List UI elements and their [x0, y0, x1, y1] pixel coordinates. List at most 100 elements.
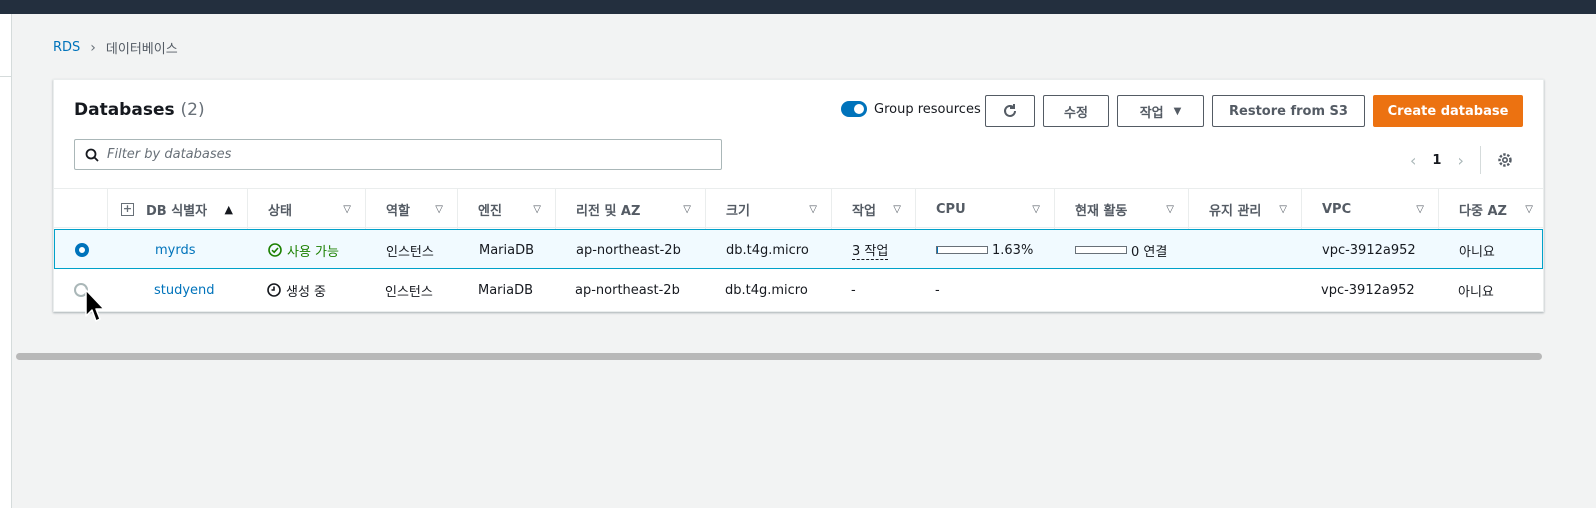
table-row[interactable]: myrds 사용 가능 인스턴스 MariaDB ap-northeast-2b…	[54, 229, 1543, 269]
engine-cell: MariaDB	[479, 242, 535, 258]
column-header-actions[interactable]: 작업 ▽	[831, 189, 915, 229]
nav-divider	[0, 76, 12, 77]
refresh-button[interactable]	[985, 95, 1035, 127]
column-label: DB 식별자	[146, 203, 208, 219]
activity-cell: 0 연결	[1075, 230, 1167, 270]
status-cell: 사용 가능	[268, 230, 339, 270]
size-cell: db.t4g.micro	[725, 282, 808, 298]
column-header-multi-az[interactable]: 다중 AZ ▽	[1438, 189, 1543, 229]
database-count: (2)	[180, 100, 205, 120]
toggle-switch[interactable]	[841, 101, 867, 117]
column-label: 작업	[852, 203, 876, 219]
region-cell: ap-northeast-2b	[576, 242, 681, 258]
column-header-status[interactable]: 상태 ▽	[247, 189, 365, 229]
db-identifier-cell: studyend	[154, 270, 215, 310]
clock-icon	[267, 283, 281, 297]
pager-divider	[1479, 146, 1481, 174]
activity-value: 0 연결	[1131, 244, 1168, 260]
column-label: CPU	[936, 201, 966, 217]
db-identifier-link[interactable]: myrds	[155, 243, 196, 258]
breadcrumb-current: 데이터베이스	[105, 42, 178, 57]
column-header-region-az[interactable]: 리전 및 AZ ▽	[555, 189, 705, 229]
modify-button[interactable]: 수정	[1043, 95, 1109, 127]
column-header-db-identifier[interactable]: + DB 식별자 ▲	[107, 189, 247, 229]
column-label: 리전 및 AZ	[576, 203, 641, 219]
region-cell: ap-northeast-2b	[575, 282, 680, 298]
breadcrumb-rds-link[interactable]: RDS	[53, 40, 80, 55]
chevron-left-icon[interactable]: ‹	[1410, 151, 1416, 170]
breadcrumb: RDS › 데이터베이스	[53, 38, 178, 58]
column-label: 다중 AZ	[1459, 203, 1507, 219]
engine-cell: MariaDB	[478, 282, 534, 298]
pending-actions-link[interactable]: 3 작업	[852, 240, 889, 260]
actions-cell: -	[851, 282, 856, 298]
column-label: 역할	[386, 203, 410, 219]
status-cell: 생성 중	[267, 270, 326, 310]
column-header-maintenance[interactable]: 유지 관리 ▽	[1188, 189, 1301, 229]
column-header-current-activity[interactable]: 현재 활동 ▽	[1054, 189, 1188, 229]
mouse-pointer-icon	[85, 289, 105, 322]
sort-ascending-icon: ▲	[224, 202, 233, 216]
vpc-cell: vpc-3912a952	[1322, 242, 1416, 258]
actions-dropdown-button[interactable]: 작업 ▼	[1117, 95, 1204, 127]
column-label: 크기	[726, 203, 750, 219]
multi-az-cell: 아니요	[1459, 244, 1495, 260]
cpu-progress-bar	[936, 246, 988, 254]
role-cell: 인스턴스	[386, 244, 434, 260]
column-header-size[interactable]: 크기 ▽	[705, 189, 831, 229]
actions-cell: 3 작업	[852, 230, 889, 270]
sort-caret-icon: ▽	[1166, 203, 1174, 215]
column-header-engine[interactable]: 엔진 ▽	[457, 189, 555, 229]
row-radio-cell[interactable]	[75, 230, 89, 270]
sort-caret-icon: ▽	[809, 203, 817, 215]
top-navigation-bar	[0, 0, 1596, 14]
cpu-progress-fill	[937, 247, 938, 253]
caret-down-icon: ▼	[1173, 105, 1182, 117]
column-label: 엔진	[478, 203, 502, 219]
cpu-cell: -	[935, 282, 940, 298]
chevron-right-icon[interactable]: ›	[1457, 151, 1463, 170]
expand-all-icon[interactable]: +	[121, 202, 134, 216]
create-database-button[interactable]: Create database	[1373, 95, 1523, 127]
column-header-vpc[interactable]: VPC ▽	[1301, 189, 1438, 229]
sort-caret-icon: ▽	[683, 203, 691, 215]
column-label: 유지 관리	[1209, 203, 1262, 219]
cpu-value: 1.63%	[992, 242, 1034, 258]
status-text: 사용 가능	[287, 244, 339, 260]
refresh-icon	[1004, 104, 1016, 117]
databases-panel: Databases (2) Group resources 수정 작업 ▼ Re…	[53, 79, 1544, 312]
actions-label: 작업	[1139, 105, 1164, 121]
panel-title-text: Databases	[74, 100, 175, 120]
sort-caret-icon: ▽	[1525, 203, 1533, 215]
db-identifier-link[interactable]: studyend	[154, 283, 215, 298]
gear-icon[interactable]	[1497, 152, 1513, 168]
search-icon	[85, 148, 99, 162]
connections-progress-bar	[1075, 246, 1127, 254]
search-input[interactable]	[107, 147, 667, 162]
chevron-right-icon: ›	[90, 39, 96, 56]
column-header-cpu[interactable]: CPU ▽	[915, 189, 1054, 229]
group-resources-toggle[interactable]: Group resources	[841, 101, 981, 117]
sort-caret-icon: ▽	[343, 203, 351, 215]
pagination: ‹ 1 ›	[1410, 146, 1513, 174]
table-header: + DB 식별자 ▲ 상태 ▽ 역할 ▽ 엔진 ▽ 리전 및 AZ ▽ 크기 ▽ 작업 ▽ …	[54, 188, 1543, 229]
page-number[interactable]: 1	[1432, 153, 1441, 168]
sort-caret-icon: ▽	[1416, 203, 1424, 215]
check-circle-icon	[268, 243, 282, 257]
role-cell: 인스턴스	[385, 284, 433, 300]
table-row[interactable]: studyend 생성 중 인스턴스 MariaDB ap-northeast-…	[54, 270, 1543, 310]
column-header-role[interactable]: 역할 ▽	[365, 189, 457, 229]
horizontal-scrollbar[interactable]	[16, 353, 1542, 360]
column-label: 상태	[268, 203, 292, 219]
row-select-radio[interactable]	[75, 243, 89, 257]
group-resources-label: Group resources	[874, 101, 981, 117]
restore-from-s3-button[interactable]: Restore from S3	[1212, 95, 1365, 127]
column-label: VPC	[1322, 201, 1352, 217]
sort-caret-icon: ▽	[893, 203, 901, 215]
collapsed-side-navigation[interactable]	[0, 14, 12, 508]
vpc-cell: vpc-3912a952	[1321, 282, 1415, 298]
sort-caret-icon: ▽	[1032, 203, 1040, 215]
filter-search-box[interactable]	[74, 139, 722, 170]
db-identifier-cell: myrds	[155, 230, 196, 270]
sort-caret-icon: ▽	[435, 203, 443, 215]
